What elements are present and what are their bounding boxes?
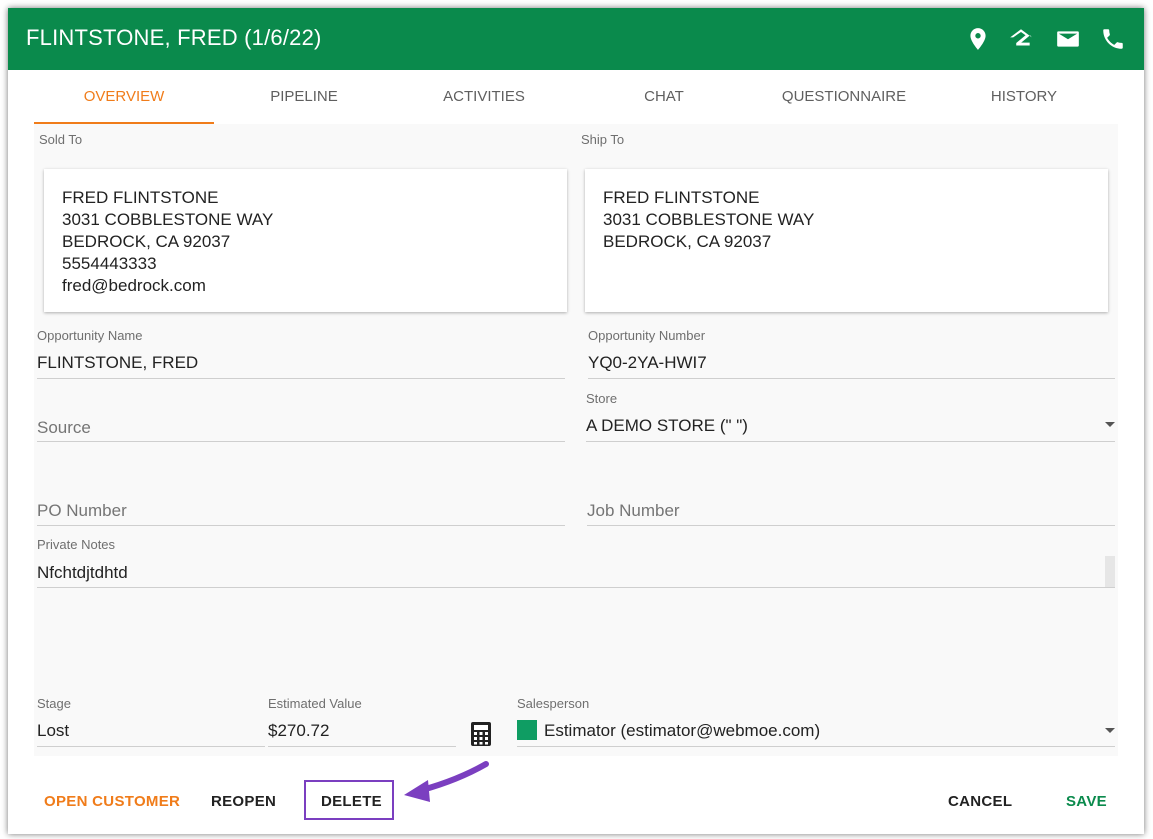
- opportunity-number-value: YQ0-2YA-HWI7: [588, 353, 707, 372]
- sold-to-line: FRED FLINTSTONE: [62, 188, 219, 207]
- tab-history[interactable]: HISTORY: [934, 70, 1114, 124]
- private-notes-label: Private Notes: [37, 537, 116, 552]
- sold-to-line: fred@bedrock.com: [62, 276, 206, 295]
- field-underline: [37, 525, 565, 526]
- dialog-title: FLINTSTONE, FRED (1/6/22): [26, 25, 322, 50]
- annotation-arrow-icon: [404, 761, 489, 802]
- estimated-value-value: $270.72: [268, 721, 330, 740]
- opportunity-name-label: Opportunity Name: [37, 328, 143, 343]
- tab-activities[interactable]: ACTIVITIES: [394, 70, 574, 124]
- ship-to-line: 3031 COBBLESTONE WAY: [603, 210, 815, 229]
- delete-highlight-box: [304, 780, 394, 820]
- save-button[interactable]: SAVE: [1066, 792, 1107, 812]
- store-value: A DEMO STORE (" "): [586, 416, 748, 435]
- map-pin-icon[interactable]: [965, 26, 991, 52]
- opportunity-name-field[interactable]: Opportunity Name FLINTSTONE, FRED: [37, 328, 565, 379]
- ship-to-line: BEDROCK, CA 92037: [603, 232, 772, 251]
- ship-to-line: FRED FLINTSTONE: [603, 188, 760, 207]
- field-underline: [517, 746, 1115, 747]
- job-number-placeholder: Job Number: [587, 501, 680, 520]
- salesperson-color-swatch: [517, 720, 537, 740]
- phone-icon[interactable]: [1100, 26, 1126, 52]
- salesperson-value: Estimator (estimator@webmoe.com): [544, 721, 821, 740]
- opportunity-name-value: FLINTSTONE, FRED: [37, 353, 199, 372]
- open-customer-button[interactable]: OPEN CUSTOMER: [44, 792, 180, 812]
- stage-label: Stage: [37, 696, 71, 711]
- job-number-input[interactable]: Job Number: [587, 475, 1115, 526]
- chevron-down-icon[interactable]: [1105, 728, 1115, 733]
- store-label: Store: [586, 391, 618, 406]
- po-number-placeholder: PO Number: [37, 501, 127, 520]
- opportunity-dialog: FLINTSTONE, FRED (1/6/22) OVERVIEW PIPEL…: [8, 8, 1144, 834]
- ship-to-label: Ship To: [581, 132, 625, 147]
- stage-value: Lost: [37, 721, 70, 740]
- tab-chat[interactable]: CHAT: [574, 70, 754, 124]
- tab-questionnaire[interactable]: QUESTIONNAIRE: [754, 70, 934, 124]
- tab-pipeline[interactable]: PIPELINE: [214, 70, 394, 124]
- field-underline: [586, 441, 1115, 442]
- chevron-down-icon[interactable]: [1105, 422, 1115, 427]
- field-underline: [268, 746, 456, 747]
- field-underline: [587, 525, 1115, 526]
- calculator-icon[interactable]: [470, 721, 492, 747]
- field-underline: [37, 378, 565, 379]
- sold-to-label: Sold To: [39, 132, 83, 147]
- field-underline: [588, 378, 1115, 379]
- source-input[interactable]: Source: [37, 391, 565, 442]
- estimated-value-input[interactable]: Estimated Value $270.72: [268, 696, 456, 747]
- opportunity-number-field[interactable]: Opportunity Number YQ0-2YA-HWI7: [588, 328, 1115, 379]
- opportunity-number-label: Opportunity Number: [588, 328, 706, 343]
- private-notes-textarea[interactable]: Private Notes Nfchtdjtdhtd: [37, 537, 1115, 588]
- source-placeholder: Source: [37, 418, 91, 437]
- ship-to-card[interactable]: FRED FLINTSTONE 3031 COBBLESTONE WAY BED…: [585, 169, 1108, 312]
- reopen-button[interactable]: REOPEN: [211, 792, 276, 812]
- sold-to-line: 5554443333: [62, 254, 157, 273]
- tab-bar: OVERVIEW PIPELINE ACTIVITIES CHAT QUESTI…: [34, 70, 1114, 124]
- field-underline: [37, 587, 1115, 588]
- sold-to-line: 3031 COBBLESTONE WAY: [62, 210, 274, 229]
- field-underline: [37, 441, 565, 442]
- stage-field[interactable]: Stage Lost: [37, 696, 265, 747]
- sold-to-card[interactable]: FRED FLINTSTONE 3031 COBBLESTONE WAY BED…: [44, 169, 567, 312]
- cancel-button[interactable]: CANCEL: [948, 792, 1012, 812]
- private-notes-value: Nfchtdjtdhtd: [37, 563, 128, 582]
- estimated-value-label: Estimated Value: [268, 696, 362, 711]
- field-underline: [37, 746, 265, 747]
- store-select[interactable]: Store A DEMO STORE (" "): [586, 391, 1115, 442]
- salesperson-label: Salesperson: [517, 696, 590, 711]
- tab-overview[interactable]: OVERVIEW: [34, 70, 214, 124]
- dialog-header: FLINTSTONE, FRED (1/6/22): [8, 8, 1144, 70]
- notes-scrollbar[interactable]: [1105, 556, 1115, 588]
- po-number-input[interactable]: PO Number: [37, 475, 565, 526]
- overview-panel: Sold To Ship To FRED FLINTSTONE 3031 COB…: [34, 124, 1118, 756]
- salesperson-select[interactable]: Salesperson Estimator (estimator@webmoe.…: [517, 696, 1115, 747]
- sold-to-line: BEDROCK, CA 92037: [62, 232, 231, 251]
- mail-icon[interactable]: [1055, 26, 1081, 52]
- zillow-icon[interactable]: [1008, 26, 1034, 52]
